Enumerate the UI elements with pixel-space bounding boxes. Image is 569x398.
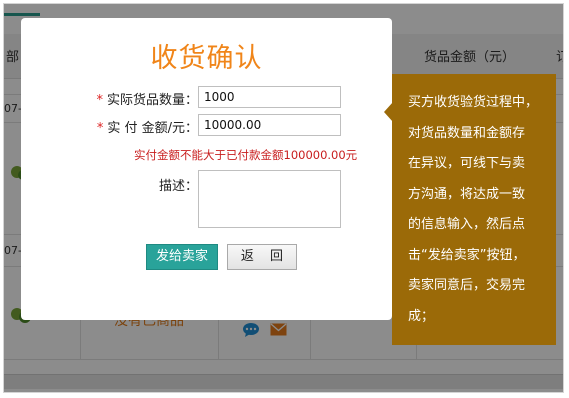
qty-field-label: * 实际货品数量：: [96, 89, 198, 108]
send-to-seller-button[interactable]: 发给卖家: [146, 244, 218, 270]
amount-label-text: 实 付 金额/元：: [107, 121, 198, 136]
tooltip-line: 买方收货验货过程中，: [408, 95, 539, 110]
required-marker: *: [96, 93, 103, 108]
tooltip-line: 在异议，可线下与卖: [408, 156, 526, 171]
help-tooltip: 买方收货验货过程中， 对货品数量和金额存 在异议，可线下与卖 方沟通，将达成一致…: [392, 74, 556, 345]
tooltip-line: 成；: [408, 308, 435, 324]
amount-field-label: * 实 付 金额/元：: [97, 117, 198, 136]
description-textarea[interactable]: [198, 170, 341, 228]
qty-label-text: 实际货品数量：: [106, 93, 198, 108]
back-button[interactable]: 返 回: [227, 244, 297, 270]
receipt-confirm-dialog: 收货确认 *实际货品数量： *实 付 金额/元： 实付金额不能大于已付款金额10…: [21, 18, 392, 320]
tooltip-line: 的信息输入，然后点: [408, 217, 526, 232]
tooltip-line: 击“发给卖家”按钮，: [408, 247, 526, 263]
actual-quantity-input[interactable]: [198, 86, 341, 108]
description-label: 描述：: [158, 179, 198, 194]
tooltip-line: 对货品数量和金额存: [408, 125, 526, 141]
required-marker: *: [96, 121, 104, 136]
amount-error-message: 实付金额不能大于已付款金额100000.00元: [134, 148, 358, 162]
actual-amount-input[interactable]: [198, 114, 341, 136]
tooltip-line: 方沟通，将达成一致: [408, 186, 526, 202]
dialog-title: 收货确认: [150, 43, 263, 74]
app-frame: 部 货品金额（元） 订 07- 07- 没有已商品 1 收货确认 *实际货品数量…: [3, 3, 564, 393]
tooltip-line: 卖家同意后，交易完: [408, 278, 526, 293]
